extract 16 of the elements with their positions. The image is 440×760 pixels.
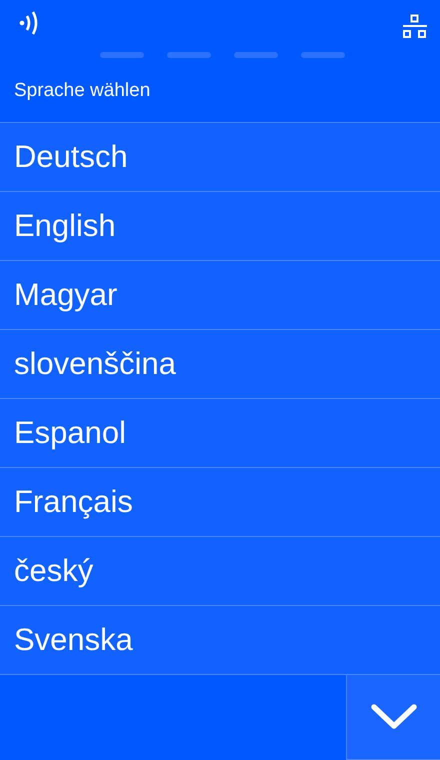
language-item[interactable]: slovenščina: [0, 330, 440, 399]
language-item[interactable]: Magyar: [0, 261, 440, 330]
page-indicator: [100, 52, 144, 58]
scroll-down-button[interactable]: [346, 675, 440, 760]
chevron-down-icon: [370, 703, 418, 731]
page-indicator: [300, 52, 344, 58]
page-indicator: [166, 52, 210, 58]
language-item[interactable]: Svenska: [0, 606, 440, 675]
language-item[interactable]: Français: [0, 468, 440, 537]
network-icon[interactable]: [402, 14, 428, 40]
language-item[interactable]: český: [0, 537, 440, 606]
language-item[interactable]: English: [0, 192, 440, 261]
screen-title: Sprache wählen: [13, 79, 152, 103]
language-item[interactable]: Deutsch: [0, 123, 440, 192]
page-indicator: [234, 52, 278, 58]
language-item[interactable]: Espanol: [0, 399, 440, 468]
